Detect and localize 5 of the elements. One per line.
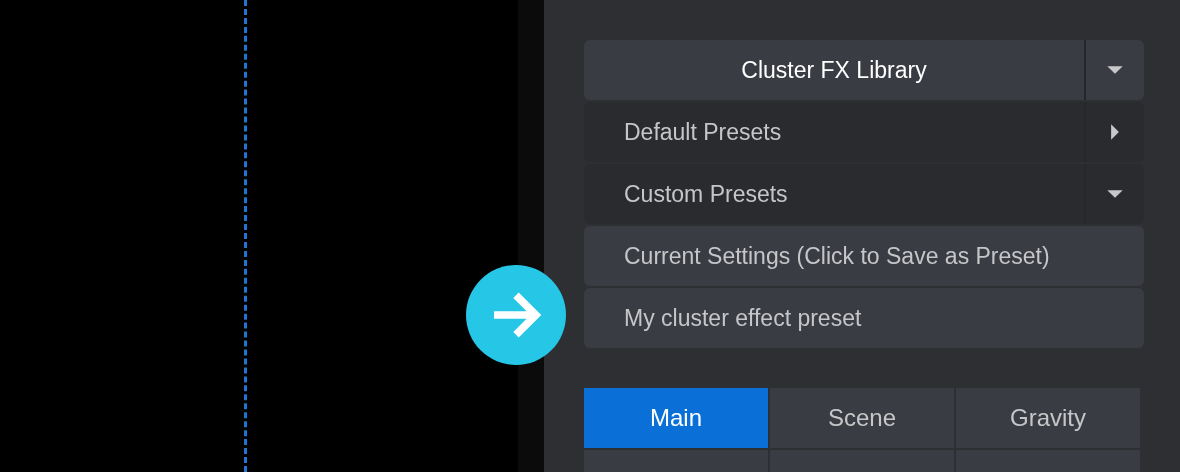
preset-item[interactable]: My cluster effect preset bbox=[584, 288, 1144, 348]
preset-item[interactable]: Current Settings (Click to Save as Preset) bbox=[584, 226, 1144, 286]
tab[interactable]: Gravity bbox=[956, 388, 1140, 448]
tab[interactable]: Scene bbox=[770, 388, 954, 448]
tab[interactable]: Main bbox=[584, 388, 768, 448]
